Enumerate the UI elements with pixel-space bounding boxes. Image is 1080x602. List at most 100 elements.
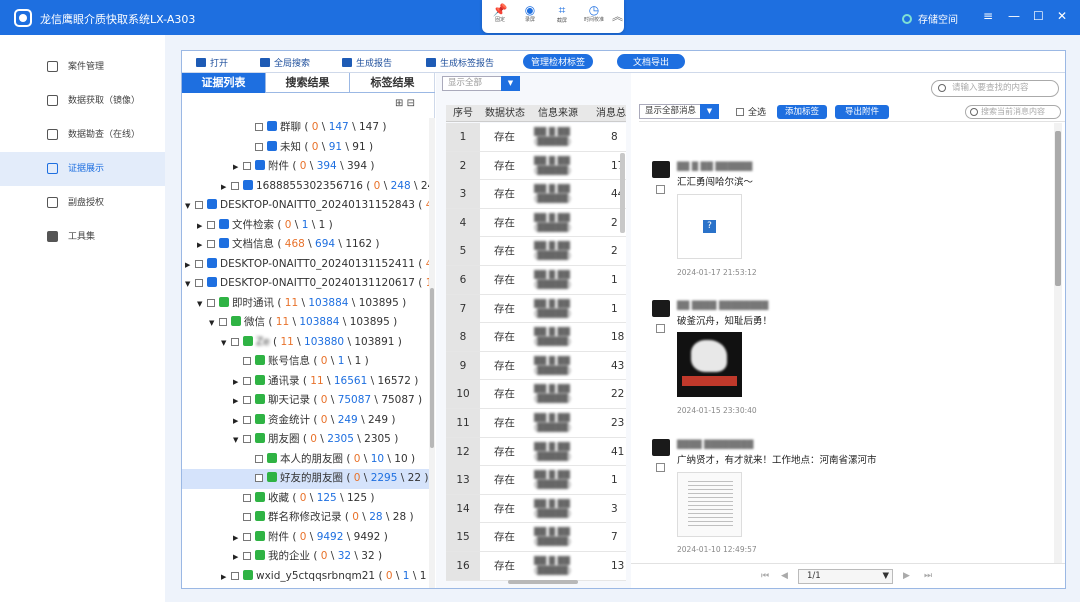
tree-node[interactable]: ▶ 我的企业 ( 0 \ 32 \ 32 )	[182, 547, 429, 567]
tree-toggle-icon[interactable]: ▶	[197, 217, 207, 237]
table-row[interactable]: 13 存在 ██ █ ██ (█████) 1	[446, 466, 626, 495]
tree-checkbox[interactable]	[231, 571, 239, 580]
table-row[interactable]: 10 存在 ██ █ ██ (█████) 22	[446, 380, 626, 409]
generate-report-button[interactable]: 生成报告	[342, 56, 392, 69]
export-attachment-button[interactable]: 导出附件	[835, 105, 889, 119]
table-row[interactable]: 5 存在 ██ █ ██ (█████) 2	[446, 237, 626, 266]
tree-checkbox[interactable]	[243, 513, 251, 521]
page-select[interactable]: 1/1 ▼	[798, 569, 893, 584]
table-row[interactable]: 12 存在 ██ █ ██ (█████) 41	[446, 437, 626, 467]
tree-node[interactable]: ▶1688855302356716 ( 0 \ 248 \ 24 )	[182, 177, 429, 197]
prev-page-icon[interactable]: ◀	[781, 571, 788, 581]
tree-scrollbar[interactable]	[429, 118, 435, 588]
sidebar-item-toolbox[interactable]: 工具集	[0, 220, 165, 254]
time-calibrate-button[interactable]: ◷ 时间校准	[580, 3, 608, 31]
tree-checkbox[interactable]	[243, 552, 251, 560]
tree-toggle-icon[interactable]: ▶	[233, 158, 243, 178]
tree-checkbox[interactable]	[231, 181, 239, 190]
tree-toggle-icon[interactable]: ▼	[185, 275, 195, 295]
message-checkbox[interactable]	[656, 185, 665, 194]
record-button[interactable]: ◉ 录屏	[516, 3, 544, 31]
broken-image-icon[interactable]: ?	[677, 194, 742, 259]
tree-toggle-icon[interactable]: ▶	[233, 548, 243, 568]
tree-node[interactable]: 账号信息 ( 0 \ 1 \ 1 )	[182, 352, 429, 372]
tree-checkbox[interactable]	[207, 220, 215, 229]
tree-checkbox[interactable]	[243, 532, 251, 541]
table-row[interactable]: 6 存在 ██ █ ██ (█████) 1	[446, 266, 626, 295]
message-search-input[interactable]: 搜索当前消息内容	[965, 105, 1061, 119]
manage-tags-button[interactable]: 管理检材标签	[523, 54, 594, 69]
export-doc-button[interactable]: 文档导出	[617, 54, 686, 69]
expand-icon[interactable]: ︽	[612, 8, 623, 24]
tree-node[interactable]: 未知 ( 0 \ 91 \ 91 )	[182, 138, 429, 158]
tree-node[interactable]: ▶wxid_y5ctqqsrbnqm21 ( 0 \ 1 \ 1 )	[182, 567, 429, 587]
tree-checkbox[interactable]	[195, 279, 203, 287]
collapse-all-icon[interactable]: ⊟	[407, 98, 415, 109]
tree-toggle-icon[interactable]: ▼	[221, 334, 231, 354]
message-scrollbar-thumb[interactable]	[1055, 131, 1061, 286]
tab-evidence-list[interactable]: 证据列表	[182, 73, 266, 93]
record-filter-select[interactable]: 显示全部 ▼	[442, 76, 520, 91]
tree-checkbox[interactable]	[255, 142, 263, 151]
open-button[interactable]: 打开	[196, 56, 228, 69]
tree-checkbox[interactable]	[243, 357, 251, 365]
tree-node[interactable]: ▶ 文档信息 ( 468 \ 694 \ 1162 )	[182, 235, 429, 255]
tree-node[interactable]: 本人的朋友圈 ( 0 \ 10 \ 10 )	[182, 450, 429, 470]
record-scrollbar-thumb[interactable]	[620, 153, 625, 233]
tree-checkbox[interactable]	[207, 240, 215, 248]
tree-toggle-icon[interactable]: ▶	[197, 236, 207, 256]
tree-toggle-icon[interactable]: ▼	[197, 295, 207, 315]
generate-tag-report-button[interactable]: 生成标签报告	[426, 56, 494, 69]
col-count[interactable]: 消息总	[596, 105, 626, 122]
select-all-checkbox[interactable]: 全选	[736, 105, 766, 118]
tree-checkbox[interactable]	[243, 376, 251, 385]
sidebar-item-authorization[interactable]: 副盘授权	[0, 186, 165, 220]
minimize-button[interactable]: —	[1008, 9, 1020, 23]
col-source[interactable]: 信息来源	[538, 105, 578, 122]
tree-checkbox[interactable]	[255, 474, 263, 482]
table-row[interactable]: 3 存在 ██ █ ██ (█████) 44	[446, 180, 626, 209]
storage-button[interactable]: 存储空间	[902, 11, 958, 26]
sidebar-item-evidence-display[interactable]: 证据展示	[0, 152, 165, 186]
tree-checkbox[interactable]	[195, 259, 203, 268]
message-scrollbar[interactable]	[1054, 123, 1062, 563]
table-row[interactable]: 2 存在 ██ █ ██ (█████) 17	[446, 151, 626, 181]
table-row[interactable]: 14 存在 ██ █ ██ (█████) 3	[446, 494, 626, 524]
tree-node[interactable]: ▼DESKTOP-0NAITT0_20240131120617 ( 1	[182, 274, 429, 294]
document-thumbnail[interactable]	[677, 472, 742, 537]
tree-node[interactable]: ▼ 即时通讯 ( 11 \ 103884 \ 103895 )	[182, 294, 429, 314]
tree-node[interactable]: 群名称修改记录 ( 0 \ 28 \ 28 )	[182, 508, 429, 528]
tree-node[interactable]: ▼ 朋友圈 ( 0 \ 2305 \ 2305 )	[182, 430, 429, 450]
add-tag-button[interactable]: 添加标签	[777, 105, 827, 119]
tree-scrollbar-thumb[interactable]	[430, 288, 434, 448]
tree-toggle-icon[interactable]: ▶	[221, 178, 231, 198]
tree-checkbox[interactable]	[207, 298, 215, 307]
message-checkbox[interactable]	[656, 463, 665, 472]
tree-toggle-icon[interactable]: ▶	[185, 256, 195, 276]
tree-node[interactable]: ▶ 附件 ( 0 \ 9492 \ 9492 )	[182, 528, 429, 548]
tree-node[interactable]: ▶DESKTOP-0NAITT0_20240131152411 ( 4	[182, 255, 429, 275]
tree-node[interactable]: ▼ 微信 ( 11 \ 103884 \ 103895 )	[182, 313, 429, 333]
table-row[interactable]: 4 存在 ██ █ ██ (█████) 2	[446, 208, 626, 238]
tree-toggle-icon[interactable]: ▶	[221, 568, 231, 588]
tree-checkbox[interactable]	[219, 318, 227, 326]
sidebar-item-data-investigation[interactable]: 数据勘查（在线）	[0, 118, 165, 152]
table-row[interactable]: 16 存在 ██ █ ██ (█████) 13	[446, 552, 626, 581]
tree-node[interactable]: 好友的朋友圈 ( 0 \ 2295 \ 22 )	[182, 469, 429, 489]
col-status[interactable]: 数据状态	[485, 105, 525, 122]
tree-checkbox[interactable]	[243, 415, 251, 424]
tree-checkbox[interactable]	[243, 493, 251, 502]
tree-node[interactable]: ▼DESKTOP-0NAITT0_20240131152843 ( 4	[182, 196, 429, 216]
tree-node[interactable]: ▶ 聊天记录 ( 0 \ 75087 \ 75087 )	[182, 391, 429, 411]
tree-toggle-icon[interactable]: ▼	[233, 431, 243, 451]
tree-checkbox[interactable]	[231, 337, 239, 346]
screenshot-button[interactable]: ⌗ 截屏	[548, 3, 576, 31]
pin-button[interactable]: 📌 固定	[486, 3, 514, 31]
tree-node[interactable]: ▶ 附件 ( 0 \ 394 \ 394 )	[182, 157, 429, 177]
global-search-button[interactable]: 全局搜索	[260, 56, 310, 69]
message-checkbox[interactable]	[656, 324, 665, 333]
tree-checkbox[interactable]	[243, 162, 251, 170]
tree-node[interactable]: 群聊 ( 0 \ 147 \ 147 )	[182, 118, 429, 138]
horizontal-scrollbar-thumb[interactable]	[508, 580, 578, 584]
sidebar-item-case-management[interactable]: 案件管理	[0, 50, 165, 84]
